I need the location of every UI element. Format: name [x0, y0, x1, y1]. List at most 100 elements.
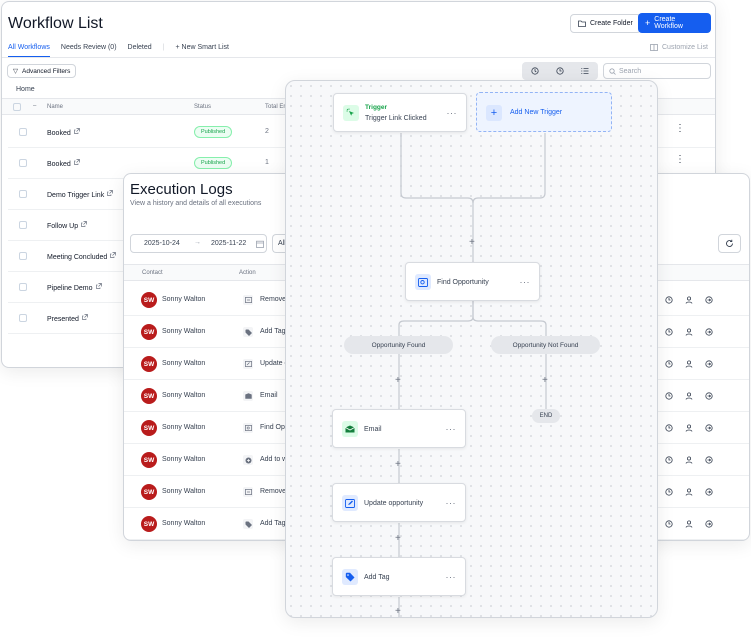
contact-name[interactable]: Sonny Walton	[162, 520, 205, 527]
arrow-circle-icon[interactable]	[705, 392, 713, 400]
workflow-name[interactable]: Meeting Concluded	[47, 252, 117, 261]
more-options-icon[interactable]: ···	[446, 498, 457, 508]
clock-icon[interactable]	[665, 520, 673, 528]
update-opportunity-node[interactable]: Update opportunity ···	[332, 483, 466, 522]
row-checkbox[interactable]	[19, 190, 27, 198]
add-step-plus[interactable]: +	[542, 376, 548, 386]
add-new-trigger-button[interactable]: + Add New Trigger	[476, 92, 612, 132]
clock-icon[interactable]	[665, 360, 673, 368]
total-enrolled: 2	[265, 128, 269, 135]
add-tag-node[interactable]: Add Tag ···	[332, 557, 466, 596]
workflow-name[interactable]: Booked	[47, 159, 80, 168]
clock-icon[interactable]	[665, 424, 673, 432]
connector-lines	[398, 133, 547, 617]
arrow-circle-icon[interactable]	[705, 456, 713, 464]
workflow-name[interactable]: Pipeline Demo	[47, 283, 102, 292]
arrow-circle-icon[interactable]	[705, 424, 713, 432]
external-link-icon[interactable]	[110, 252, 117, 258]
customize-list-button[interactable]: Customize List	[650, 44, 708, 51]
more-options-icon[interactable]: ···	[446, 424, 457, 434]
create-workflow-button[interactable]: + Create Workflow	[638, 13, 711, 33]
more-options-icon[interactable]: ···	[446, 572, 457, 582]
add-step-plus[interactable]: +	[395, 460, 401, 470]
more-options-icon[interactable]: ···	[447, 108, 458, 118]
arrow-circle-icon[interactable]	[705, 520, 713, 528]
add-step-plus[interactable]: +	[469, 238, 475, 248]
column-status[interactable]: Status	[194, 104, 211, 110]
advanced-filters-label: Advanced Filters	[22, 67, 71, 75]
clock-icon[interactable]	[665, 488, 673, 496]
user-icon[interactable]	[685, 296, 693, 304]
breadcrumb[interactable]: Home	[16, 86, 35, 93]
workflow-name[interactable]: Presented	[47, 314, 88, 323]
external-link-icon[interactable]	[73, 128, 80, 134]
find-icon	[243, 423, 253, 433]
row-menu-icon[interactable]: ⋮	[675, 124, 685, 134]
contact-name[interactable]: Sonny Walton	[162, 360, 205, 367]
column-name[interactable]: Name	[47, 104, 63, 110]
list-view-icon[interactable]	[581, 67, 589, 75]
external-link-icon[interactable]	[73, 159, 80, 165]
user-icon[interactable]	[685, 328, 693, 336]
external-link-icon[interactable]	[95, 283, 102, 289]
contact-name[interactable]: Sonny Walton	[162, 424, 205, 431]
row-checkbox[interactable]	[19, 314, 27, 322]
column-total[interactable]: Total En	[265, 104, 287, 110]
row-checkbox[interactable]	[19, 221, 27, 229]
clock-icon[interactable]	[665, 392, 673, 400]
user-icon[interactable]	[685, 488, 693, 496]
arrow-circle-icon[interactable]	[705, 488, 713, 496]
find-opportunity-node[interactable]: Find Opportunity ···	[405, 262, 540, 301]
user-icon[interactable]	[685, 360, 693, 368]
user-icon[interactable]	[685, 424, 693, 432]
external-link-icon[interactable]	[81, 221, 87, 227]
create-folder-button[interactable]: Create Folder	[570, 14, 641, 33]
workflow-name[interactable]: Booked	[47, 128, 80, 137]
external-link-icon[interactable]	[107, 190, 114, 196]
add-step-plus[interactable]: +	[395, 534, 401, 544]
external-link-icon[interactable]	[82, 314, 88, 320]
more-options-icon[interactable]: ···	[520, 277, 531, 287]
row-checkbox[interactable]	[19, 252, 27, 260]
clock-icon[interactable]	[665, 456, 673, 464]
contact-name[interactable]: Sonny Walton	[162, 456, 205, 463]
workflow-name[interactable]: Follow Up	[47, 221, 87, 230]
add-step-plus[interactable]: +	[395, 376, 401, 386]
add-step-plus[interactable]: +	[395, 607, 401, 617]
row-menu-icon[interactable]: ⋮	[675, 155, 685, 165]
workflow-name[interactable]: Demo Trigger Link	[47, 190, 114, 199]
branch-opportunity-found[interactable]: Opportunity Found	[344, 336, 453, 354]
advanced-filters-button[interactable]: ▽ Advanced Filters	[7, 64, 77, 78]
avatar: SW	[141, 388, 157, 404]
row-checkbox[interactable]	[19, 128, 27, 136]
clock-icon[interactable]	[556, 67, 564, 75]
arrow-circle-icon[interactable]	[705, 296, 713, 304]
tab-all-workflows[interactable]: All Workflows	[8, 44, 50, 57]
new-smart-list-button[interactable]: + New Smart List	[176, 44, 230, 51]
email-label: Email	[364, 426, 382, 433]
user-icon[interactable]	[685, 456, 693, 464]
row-checkbox[interactable]	[19, 283, 27, 291]
user-icon[interactable]	[685, 520, 693, 528]
history-icon[interactable]	[531, 67, 539, 75]
contact-name[interactable]: Sonny Walton	[162, 392, 205, 399]
workflow-builder-canvas[interactable]: Trigger Trigger Link Clicked ··· + Add N…	[285, 80, 658, 618]
email-node[interactable]: Email ···	[332, 409, 466, 448]
tab-deleted[interactable]: Deleted	[128, 44, 152, 51]
row-checkbox[interactable]	[19, 159, 27, 167]
trigger-node[interactable]: Trigger Trigger Link Clicked ···	[333, 93, 467, 132]
arrow-circle-icon[interactable]	[705, 328, 713, 336]
clock-icon[interactable]	[665, 328, 673, 336]
contact-name[interactable]: Sonny Walton	[162, 296, 205, 303]
contact-name[interactable]: Sonny Walton	[162, 328, 205, 335]
tab-needs-review[interactable]: Needs Review (0)	[61, 44, 117, 51]
select-all-checkbox[interactable]	[13, 103, 21, 111]
arrow-circle-icon[interactable]	[705, 360, 713, 368]
user-icon[interactable]	[685, 392, 693, 400]
date-range-picker[interactable]: 2025-10-24 → 2025-11-22	[130, 234, 267, 253]
contact-name[interactable]: Sonny Walton	[162, 488, 205, 495]
search-input[interactable]: Search	[603, 63, 711, 79]
refresh-button[interactable]	[718, 234, 741, 253]
clock-icon[interactable]	[665, 296, 673, 304]
branch-opportunity-not-found[interactable]: Opportunity Not Found	[491, 336, 600, 354]
